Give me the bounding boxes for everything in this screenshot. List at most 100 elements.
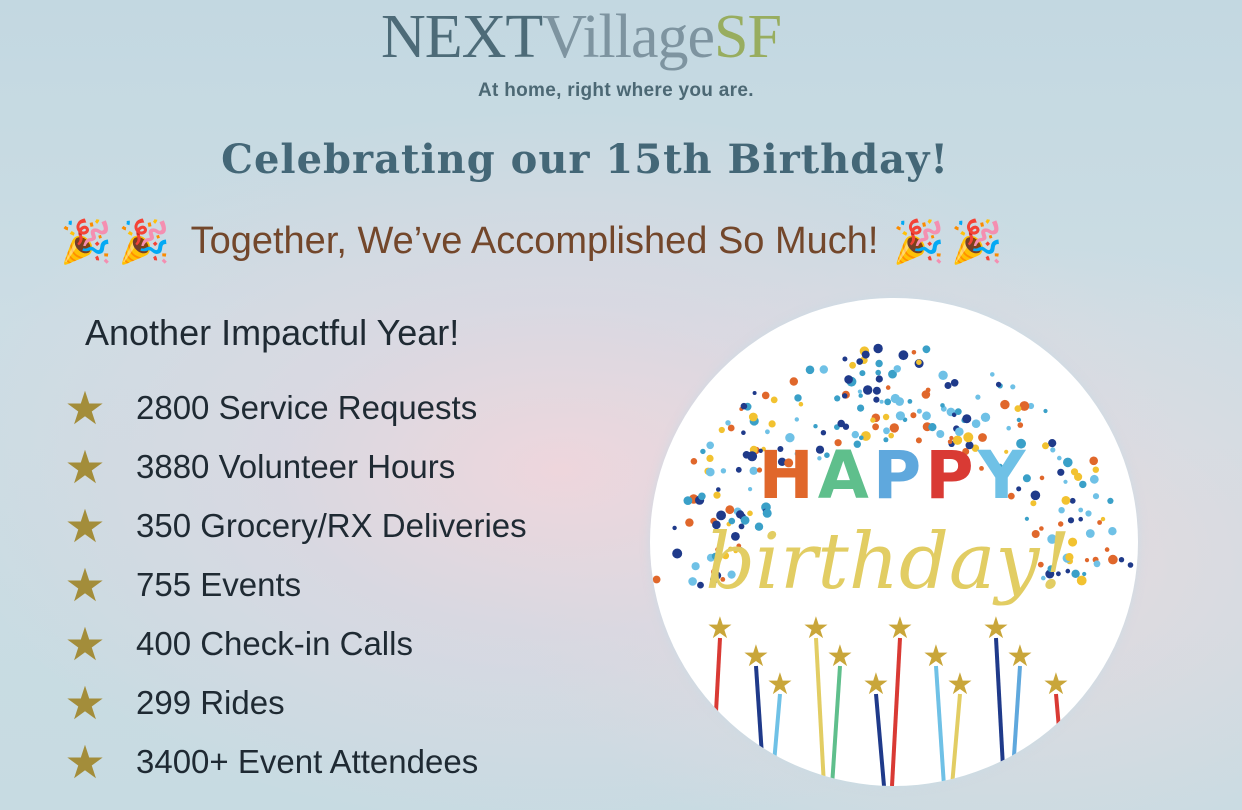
confetti-dot xyxy=(794,394,802,402)
confetti-dot xyxy=(1100,516,1106,522)
confetti-dot xyxy=(1082,571,1087,577)
confetti-dot xyxy=(1107,497,1114,504)
confetti-dot xyxy=(741,430,746,435)
star-icon: ★ xyxy=(64,499,106,552)
confetti-dot xyxy=(954,408,962,415)
confetti-dot xyxy=(749,466,758,475)
subheadline: Together, We’ve Accomplished So Much! xyxy=(190,220,879,262)
confetti-dot xyxy=(834,395,841,402)
confetti-dot xyxy=(870,417,876,423)
sparkler-stick xyxy=(874,693,886,786)
sparkler-stick xyxy=(754,665,766,786)
sparkler-star-icon: ★ xyxy=(827,640,854,673)
confetti-dot xyxy=(875,375,883,383)
confetti-dot xyxy=(747,451,758,462)
happy-text: HAPPY xyxy=(759,437,1030,514)
confetti-dot xyxy=(882,413,890,421)
confetti-dot xyxy=(1069,497,1076,504)
stat-label: 350 Grocery/RX Deliveries xyxy=(136,506,527,544)
confetti-dot xyxy=(1010,384,1016,390)
confetti-dot xyxy=(1057,455,1062,461)
confetti-dot xyxy=(879,399,884,404)
party-popper-icon: 🎉 xyxy=(118,217,171,265)
confetti-dot xyxy=(1042,442,1049,450)
headline: Celebrating our 15th Birthday! xyxy=(221,136,949,183)
confetti-dot xyxy=(1058,507,1065,514)
confetti-dot xyxy=(1097,520,1102,525)
confetti-dot xyxy=(698,492,706,501)
confetti-dot xyxy=(857,404,865,412)
confetti-dot xyxy=(1048,439,1057,448)
party-popper-icon: 🎉 xyxy=(950,217,1004,265)
confetti-dot xyxy=(857,389,862,394)
confetti-dot xyxy=(1006,425,1011,431)
confetti-dot xyxy=(1074,472,1083,481)
confetti-dot xyxy=(883,427,890,435)
confetti-dot xyxy=(1085,510,1092,517)
confetti-dot xyxy=(895,397,904,406)
confetti-dot xyxy=(1118,557,1125,563)
confetti-dot xyxy=(1063,479,1068,484)
sparkler-star-icon: ★ xyxy=(1007,640,1034,673)
confetti-dot xyxy=(652,575,661,584)
confetti-dot xyxy=(1061,496,1071,505)
sparkler-stick xyxy=(830,665,842,786)
confetti-dot xyxy=(916,408,922,414)
sparkler-stick xyxy=(814,637,826,786)
sparkler-stick xyxy=(934,665,946,786)
confetti-dot xyxy=(907,399,913,404)
confetti-dot xyxy=(1057,468,1065,476)
birthday-badge-graphic: HAPPY birthday! ★★★★★★★★★★★★ xyxy=(652,343,1134,786)
confetti-dot xyxy=(813,424,818,429)
confetti-dot xyxy=(944,382,952,389)
list-item: ★ 3880 Volunteer Hours xyxy=(62,437,527,496)
confetti-dot xyxy=(1071,569,1080,578)
party-popper-icon: 🎉 xyxy=(892,217,945,265)
sparkler-stick xyxy=(1010,665,1022,786)
confetti-dot xyxy=(975,394,981,400)
confetti-dot xyxy=(858,393,863,398)
confetti-dot xyxy=(768,420,776,428)
star-icon: ★ xyxy=(64,617,106,670)
confetti-dot xyxy=(922,411,931,421)
confetti-dot xyxy=(820,430,827,436)
sparkler-star-icon: ★ xyxy=(983,612,1010,645)
confetti-dot xyxy=(725,505,735,515)
confetti-dot xyxy=(1092,493,1100,500)
confetti-dot xyxy=(688,577,697,586)
confetti-dot xyxy=(1063,457,1073,468)
confetti-dot xyxy=(856,358,863,365)
confetti-dot xyxy=(794,417,799,422)
confetti-dot xyxy=(955,427,964,436)
confetti-dot xyxy=(770,396,778,404)
confetti-dot xyxy=(911,350,917,355)
confetti-dot xyxy=(713,491,721,499)
confetti-dot xyxy=(706,467,715,477)
confetti-dot xyxy=(1014,405,1022,412)
confetti-dot xyxy=(1104,547,1110,552)
party-popper-icon: 🎉 xyxy=(60,217,113,265)
confetti-dot xyxy=(1092,466,1099,473)
sparkler-stars: ★★★★★★★★★★★★ xyxy=(707,612,1069,786)
confetti-dot xyxy=(1050,447,1056,453)
sparkler-star-icon: ★ xyxy=(923,640,950,673)
confetti-dot xyxy=(873,396,880,403)
confetti-dot xyxy=(895,411,905,421)
confetti-dot xyxy=(950,379,959,387)
confetti-dot xyxy=(844,375,853,384)
confetti-dot xyxy=(748,412,758,422)
confetti-dot xyxy=(849,361,856,369)
confetti-dot xyxy=(885,385,891,390)
confetti-dot xyxy=(740,402,748,410)
confetti-dot xyxy=(685,518,694,527)
confetti-dot xyxy=(716,487,721,492)
sparkler-stick xyxy=(994,637,1006,786)
confetti-dot xyxy=(1043,408,1048,414)
sparkler-stick xyxy=(950,693,962,786)
confetti-dot xyxy=(697,581,704,589)
confetti-dot xyxy=(938,370,948,380)
star-icon: ★ xyxy=(64,735,106,788)
confetti-dot xyxy=(863,385,873,395)
list-item: ★ 350 Grocery/RX Deliveries xyxy=(62,496,527,555)
confetti-dot xyxy=(873,343,883,354)
